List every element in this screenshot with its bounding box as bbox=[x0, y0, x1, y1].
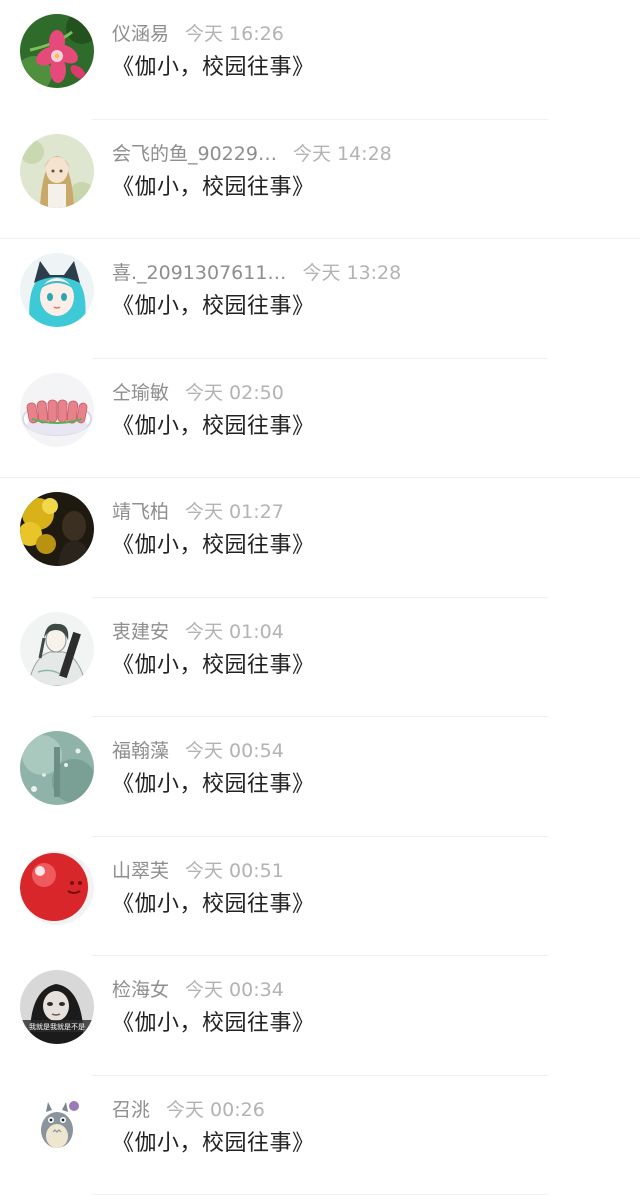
message-text[interactable]: 《伽小，校园往事》 bbox=[112, 291, 315, 323]
avatar-caption: 我就是我就是不是 bbox=[29, 1022, 85, 1031]
sender-name[interactable]: 靖飞柏 bbox=[112, 501, 169, 523]
message-time: 今天 00:54 bbox=[185, 740, 284, 762]
sender-name[interactable]: 检海女 bbox=[112, 979, 169, 1001]
message-time: 今天 16:26 bbox=[185, 23, 284, 45]
woman-bw-icon: 我就是我就是不是 bbox=[20, 970, 94, 1044]
avatar[interactable] bbox=[20, 1090, 94, 1164]
message-text[interactable]: 《伽小，校园往事》 bbox=[112, 1008, 315, 1040]
message-meta: 仝瑜敏今天 02:50 bbox=[112, 379, 284, 407]
message-time: 今天 00:26 bbox=[166, 1099, 265, 1121]
sender-name[interactable]: 衷建安 bbox=[112, 621, 169, 643]
avatar[interactable] bbox=[20, 731, 94, 805]
sender-name[interactable]: 会飞的鱼_90229… bbox=[112, 143, 277, 165]
totoro-icon bbox=[20, 1090, 94, 1164]
sender-name[interactable]: 山翠芙 bbox=[112, 860, 169, 882]
message-time: 今天 02:50 bbox=[185, 382, 284, 404]
message-meta: 山翠芙今天 00:51 bbox=[112, 857, 284, 885]
message-meta: 检海女今天 00:34 bbox=[112, 976, 284, 1004]
message-meta: 喜._2091307611… 今天 13:28 bbox=[112, 259, 401, 287]
list-item[interactable]: 喜._2091307611… 今天 13:28 《伽小，校园往事》 bbox=[0, 239, 640, 359]
message-meta: 衷建安今天 01:04 bbox=[112, 618, 284, 646]
avatar[interactable] bbox=[20, 492, 94, 566]
list-item[interactable]: 衷建安今天 01:04 《伽小，校园往事》 bbox=[0, 598, 640, 718]
list-item[interactable]: 我就是我就是不是 检海女今天 00:34 《伽小，校园往事》 bbox=[0, 956, 640, 1076]
message-time: 今天 01:27 bbox=[185, 501, 284, 523]
list-item[interactable]: 仪涵易今天 16:26 《伽小，校园往事》 bbox=[0, 0, 640, 120]
list-item[interactable]: 靖飞柏今天 01:27 《伽小，校园往事》 bbox=[0, 478, 640, 598]
message-text[interactable]: 《伽小，校园往事》 bbox=[112, 411, 315, 443]
message-text[interactable]: 《伽小，校园往事》 bbox=[112, 1128, 315, 1160]
list-item[interactable]: 仝瑜敏今天 02:50 《伽小，校园往事》 bbox=[0, 359, 640, 479]
avatar[interactable] bbox=[20, 373, 94, 447]
red-ball-icon bbox=[20, 851, 94, 925]
avatar[interactable] bbox=[20, 14, 94, 88]
message-meta: 靖飞柏今天 01:27 bbox=[112, 498, 284, 526]
message-list: 仪涵易今天 16:26 《伽小，校园往事》 会飞的鱼_90229… 今天 14:2… bbox=[0, 0, 640, 1192]
avatar[interactable] bbox=[20, 612, 94, 686]
anime-girl-icon bbox=[20, 134, 94, 208]
message-meta: 会飞的鱼_90229… 今天 14:28 bbox=[112, 140, 392, 168]
sender-name[interactable]: 仝瑜敏 bbox=[112, 382, 169, 404]
message-time: 今天 01:04 bbox=[185, 621, 284, 643]
sender-name[interactable]: 喜._2091307611… bbox=[112, 262, 286, 284]
message-text[interactable]: 《伽小，校园往事》 bbox=[112, 52, 315, 84]
avatar[interactable] bbox=[20, 253, 94, 327]
message-text[interactable]: 《伽小，校园往事》 bbox=[112, 889, 315, 921]
food-plate-icon bbox=[20, 373, 94, 447]
pink-flower-icon bbox=[20, 14, 94, 88]
message-time: 今天 14:28 bbox=[293, 143, 392, 165]
avatar[interactable] bbox=[20, 851, 94, 925]
list-item[interactable]: 山翠芙今天 00:51 《伽小，校园往事》 bbox=[0, 837, 640, 957]
message-text[interactable]: 《伽小，校园往事》 bbox=[112, 650, 315, 682]
message-text[interactable]: 《伽小，校园往事》 bbox=[112, 530, 315, 562]
sender-name[interactable]: 福翰藻 bbox=[112, 740, 169, 762]
yellow-flowers-icon bbox=[20, 492, 94, 566]
message-time: 今天 00:34 bbox=[185, 979, 284, 1001]
message-time: 今天 00:51 bbox=[185, 860, 284, 882]
message-text[interactable]: 《伽小，校园往事》 bbox=[112, 769, 315, 801]
sender-name[interactable]: 召洮 bbox=[112, 1099, 150, 1121]
message-meta: 仪涵易今天 16:26 bbox=[112, 20, 284, 48]
message-meta: 召洮今天 00:26 bbox=[112, 1096, 265, 1124]
list-item[interactable]: 福翰藻今天 00:54 《伽小，校园往事》 bbox=[0, 717, 640, 837]
sender-name[interactable]: 仪涵易 bbox=[112, 23, 169, 45]
sketch-boy-icon bbox=[20, 612, 94, 686]
list-item[interactable]: 召洮今天 00:26 《伽小，校园往事》 bbox=[0, 1076, 640, 1195]
message-text[interactable]: 《伽小，校园往事》 bbox=[112, 172, 315, 204]
cat-ear-girl-icon bbox=[20, 253, 94, 327]
list-item[interactable]: 会飞的鱼_90229… 今天 14:28 《伽小，校园往事》 bbox=[0, 120, 640, 240]
avatar[interactable] bbox=[20, 134, 94, 208]
teal-mist-icon bbox=[20, 731, 94, 805]
message-meta: 福翰藻今天 00:54 bbox=[112, 737, 284, 765]
avatar[interactable]: 我就是我就是不是 bbox=[20, 970, 94, 1044]
message-time: 今天 13:28 bbox=[302, 262, 401, 284]
